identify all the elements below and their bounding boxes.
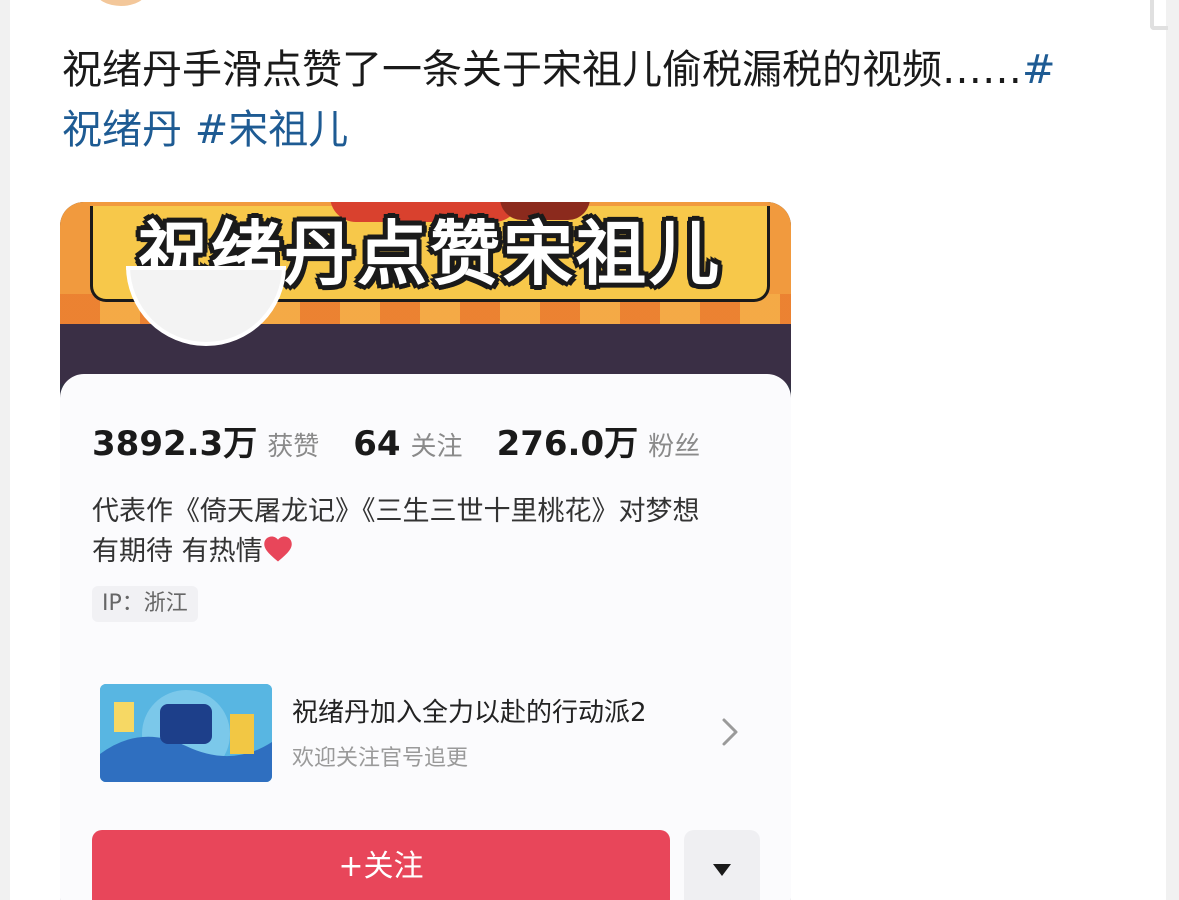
promo-entry[interactable]: 祝绪丹加入全力以赴的行动派2 欢迎关注官号追更 xyxy=(100,684,758,784)
promo-subtitle: 欢迎关注官号追更 xyxy=(292,746,469,771)
post-image-card[interactable]: 祝绪丹点赞宋祖儿 3892.3万 获赞 64 关注 276.0万 粉丝 代表作《… xyxy=(60,202,791,900)
followers-count: 276.0万 xyxy=(496,424,639,464)
promo-title: 祝绪丹加入全力以赴的行动派2 xyxy=(292,698,647,728)
bio-line-2: 有期待 有热情 xyxy=(92,536,263,567)
follow-button[interactable]: +关注 xyxy=(92,830,670,900)
post-body: 祝绪丹手滑点赞了一条关于宋祖儿偷税漏税的视频…… xyxy=(62,47,1022,93)
poster-avatar[interactable] xyxy=(96,0,146,6)
chevron-right-icon[interactable] xyxy=(718,714,742,750)
topic-link-songzuer[interactable]: #宋祖儿 xyxy=(195,107,349,153)
following-count: 64 xyxy=(353,424,401,464)
bio-line-1: 代表作《倚天屠龙记》《三生三世十里桃花》对梦想 xyxy=(92,496,700,527)
bio-line-2-row: 有期待 有热情 xyxy=(92,532,772,572)
caret-down-icon xyxy=(713,864,731,876)
likes-count: 3892.3万 xyxy=(92,424,258,464)
ip-location-tag: IP：浙江 xyxy=(92,586,198,622)
more-options-button[interactable] xyxy=(684,830,760,900)
heart-icon xyxy=(263,536,292,562)
profile-stats: 3892.3万 获赞 64 关注 276.0万 粉丝 xyxy=(92,416,734,465)
post-text: 祝绪丹手滑点赞了一条关于宋祖儿偷税漏税的视频……#祝绪丹 #宋祖儿 xyxy=(62,40,1062,160)
right-frame-edge xyxy=(1166,0,1179,900)
corner-mark xyxy=(1150,0,1168,30)
profile-bio: 代表作《倚天屠龙记》《三生三世十里桃花》对梦想 有期待 有热情 xyxy=(92,492,772,572)
following-label: 关注 xyxy=(410,432,463,462)
left-frame-edge xyxy=(0,0,10,900)
promo-thumbnail xyxy=(100,684,272,782)
likes-label: 获赞 xyxy=(267,432,320,462)
profile-panel: 3892.3万 获赞 64 关注 276.0万 粉丝 代表作《倚天屠龙记》《三生… xyxy=(60,374,791,900)
followers-label: 粉丝 xyxy=(648,432,701,462)
